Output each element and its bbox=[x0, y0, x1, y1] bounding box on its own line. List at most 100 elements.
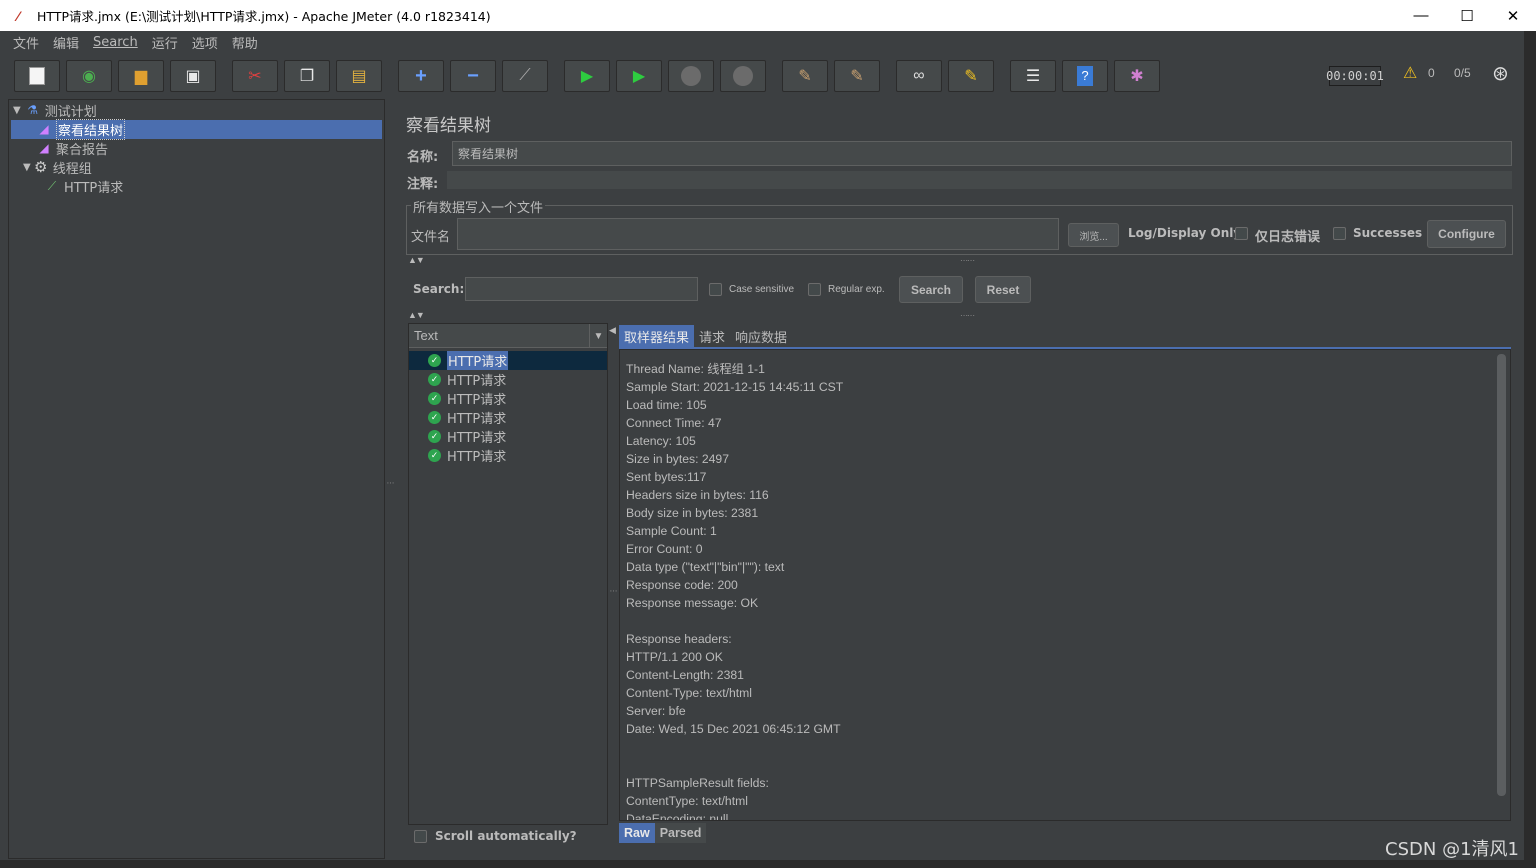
plus-icon: + bbox=[415, 64, 427, 87]
close-button[interactable]: ✕ bbox=[1490, 0, 1536, 31]
start-no-pause-button[interactable]: ▶ bbox=[616, 60, 662, 92]
play-no-timers-icon: ▶ bbox=[632, 68, 646, 85]
collapse-button[interactable]: − bbox=[450, 60, 496, 92]
paste-icon: ▤ bbox=[351, 68, 367, 85]
case-sensitive-label: Case sensitive bbox=[729, 284, 795, 295]
save-button[interactable]: ▣ bbox=[170, 60, 216, 92]
search-tree-button[interactable]: ∞ bbox=[896, 60, 942, 92]
main-splitter[interactable]: ⋮ bbox=[386, 99, 395, 859]
help-icon: ? bbox=[1077, 66, 1093, 86]
result-label: HTTP请求 bbox=[447, 412, 507, 427]
expand-triangle-icon: ▼ bbox=[23, 161, 31, 173]
tab-request[interactable]: 请求 bbox=[694, 325, 730, 347]
cut-button[interactable]: ✂ bbox=[232, 60, 278, 92]
function-helper-button[interactable]: ☰ bbox=[1010, 60, 1056, 92]
tree-node-http-request[interactable]: ⟋ HTTP请求 bbox=[44, 177, 123, 196]
elapsed-timer: 00:00:01 bbox=[1326, 66, 1384, 86]
active-threads: 0/5 bbox=[1454, 66, 1471, 80]
results-list: Text ▼ ✓ HTTP请求 ✓ HTTP请求 ✓ HTTP请求 ✓ HTTP… bbox=[408, 323, 608, 825]
menu-file[interactable]: 文件 bbox=[13, 33, 39, 52]
successes-checkbox[interactable] bbox=[1333, 227, 1346, 240]
renderer-select[interactable]: Text ▼ bbox=[409, 324, 607, 348]
result-label: HTTP请求 bbox=[447, 393, 507, 408]
broom-all-icon: ✎ bbox=[850, 68, 864, 85]
reset-search-broom-icon: ✎ bbox=[964, 68, 978, 85]
result-row[interactable]: ✓ HTTP请求 bbox=[409, 351, 607, 370]
toggle-button[interactable]: ⟋ bbox=[502, 60, 548, 92]
panel-title: 察看结果树 bbox=[406, 116, 491, 136]
configure-button[interactable]: Configure bbox=[1427, 220, 1506, 248]
regex-label: Regular exp. bbox=[828, 284, 885, 295]
menu-edit[interactable]: 编辑 bbox=[53, 33, 79, 52]
tree-node-thread-group[interactable]: ▼ ⚙ 线程组 bbox=[23, 158, 92, 177]
divider-grip-icon[interactable]: ⋯⋯ bbox=[960, 256, 975, 265]
filename-label: 文件名 bbox=[411, 230, 451, 245]
scroll-auto-checkbox[interactable] bbox=[414, 830, 427, 843]
warning-count: 0 bbox=[1428, 66, 1435, 80]
collapse-arrows-icon[interactable]: ▲▼ bbox=[408, 255, 425, 265]
templates-icon: ◉ bbox=[82, 68, 96, 85]
minimize-button[interactable]: — bbox=[1398, 0, 1444, 31]
tab-sampler-result[interactable]: 取样器结果 bbox=[619, 325, 695, 347]
tree-node-view-results-tree[interactable]: ◢ 察看结果树 bbox=[36, 118, 126, 140]
list-icon: ☰ bbox=[1025, 68, 1041, 85]
reset-search-button[interactable]: ✎ bbox=[948, 60, 994, 92]
result-row[interactable]: ✓ HTTP请求 bbox=[409, 427, 607, 446]
list-splitter-grip-icon[interactable]: ⋮ bbox=[609, 587, 618, 594]
browse-button[interactable]: 浏览... bbox=[1068, 223, 1119, 247]
tab-parsed[interactable]: Parsed bbox=[654, 823, 707, 843]
tab-raw[interactable]: Raw bbox=[619, 823, 655, 843]
menu-run[interactable]: 运行 bbox=[152, 33, 178, 52]
title-bar: ⁄ HTTP请求.jmx (E:\测试计划\HTTP请求.jmx) - Apac… bbox=[0, 0, 1536, 31]
menu-search[interactable]: Search bbox=[93, 35, 138, 50]
result-row[interactable]: ✓ HTTP请求 bbox=[409, 446, 607, 465]
clear-all-button[interactable]: ✎ bbox=[834, 60, 880, 92]
sampler-result-content: Thread Name: 线程组 1-1 Sample Start: 2021-… bbox=[626, 362, 844, 821]
new-file-icon bbox=[29, 67, 45, 85]
open-button[interactable]: ▆ bbox=[118, 60, 164, 92]
stop-icon bbox=[681, 66, 701, 86]
maximize-button[interactable]: ☐ bbox=[1444, 0, 1490, 31]
tree-label: 测试计划 bbox=[44, 104, 97, 120]
tree-node-aggregate-report[interactable]: ◢ 聚合报告 bbox=[36, 139, 108, 158]
clear-button[interactable]: ✎ bbox=[782, 60, 828, 92]
success-shield-icon: ✓ bbox=[428, 411, 441, 424]
regex-checkbox[interactable] bbox=[808, 283, 821, 296]
listener-chart-icon: ◢ bbox=[39, 141, 49, 155]
result-label: HTTP请求 bbox=[447, 431, 507, 446]
copy-button[interactable]: ❐ bbox=[284, 60, 330, 92]
result-row[interactable]: ✓ HTTP请求 bbox=[409, 389, 607, 408]
expand-button[interactable]: + bbox=[398, 60, 444, 92]
sampler-result-text[interactable]: Thread Name: 线程组 1-1 Sample Start: 2021-… bbox=[619, 349, 1511, 821]
paste-button[interactable]: ▤ bbox=[336, 60, 382, 92]
vertical-scrollbar[interactable] bbox=[1497, 354, 1506, 796]
comment-field[interactable] bbox=[447, 171, 1512, 189]
filename-input[interactable] bbox=[457, 218, 1059, 250]
tree-label: 察看结果树 bbox=[56, 118, 126, 140]
search-button[interactable]: Search bbox=[899, 276, 963, 303]
errors-checkbox[interactable] bbox=[1235, 227, 1248, 240]
tree-node-test-plan[interactable]: ▼ ⚗ 测试计划 bbox=[13, 101, 97, 120]
case-sensitive-checkbox[interactable] bbox=[709, 283, 722, 296]
shutdown-button[interactable] bbox=[720, 60, 766, 92]
reset-button[interactable]: Reset bbox=[975, 276, 1031, 303]
menu-help[interactable]: 帮助 bbox=[232, 33, 258, 52]
new-button[interactable] bbox=[14, 60, 60, 92]
name-field[interactable]: 察看结果树 bbox=[452, 141, 1512, 166]
log-viewer-icon[interactable]: ⊛ bbox=[1492, 61, 1509, 86]
result-row[interactable]: ✓ HTTP请求 bbox=[409, 408, 607, 427]
collapse-left-icon[interactable]: ◀ bbox=[609, 325, 616, 336]
menu-options[interactable]: 选项 bbox=[192, 33, 218, 52]
search-input[interactable] bbox=[465, 277, 698, 301]
stop-button[interactable] bbox=[668, 60, 714, 92]
warning-icon[interactable]: ⚠ bbox=[1403, 63, 1417, 83]
collapse-arrows-icon[interactable]: ▲▼ bbox=[408, 310, 425, 320]
result-row[interactable]: ✓ HTTP请求 bbox=[409, 370, 607, 389]
tab-response-data[interactable]: 响应数据 bbox=[730, 325, 792, 347]
help-button[interactable]: ? bbox=[1062, 60, 1108, 92]
templates-button[interactable]: ◉ bbox=[66, 60, 112, 92]
divider-grip-icon[interactable]: ⋯⋯ bbox=[960, 311, 975, 320]
remote-button[interactable]: ✱ bbox=[1114, 60, 1160, 92]
start-button[interactable]: ▶ bbox=[564, 60, 610, 92]
binoculars-icon: ∞ bbox=[913, 67, 925, 84]
